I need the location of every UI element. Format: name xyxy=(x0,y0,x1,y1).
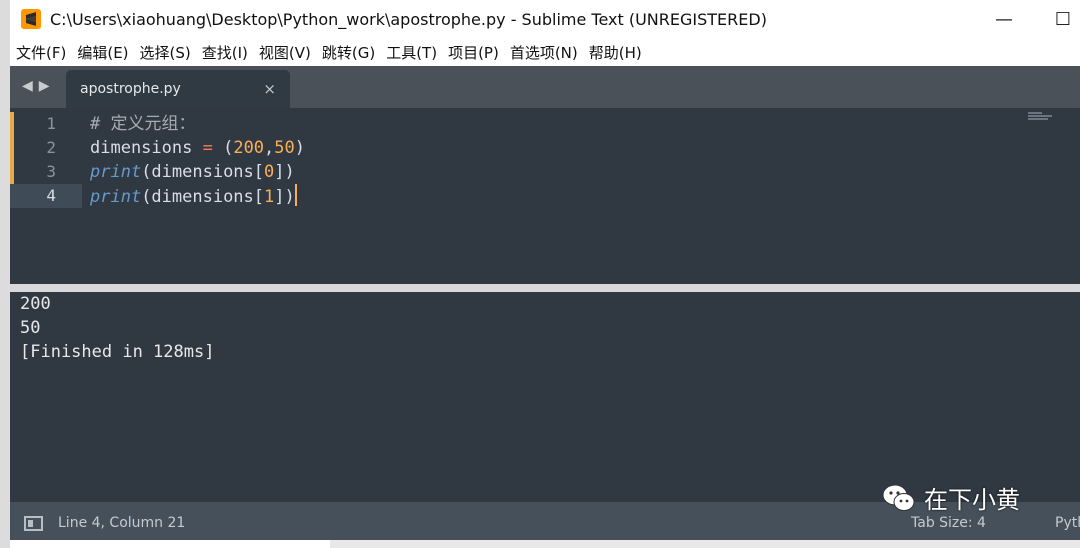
code-token: (dimensions[ xyxy=(141,162,265,182)
line-number: 2 xyxy=(46,138,56,157)
window-title: C:\Users\xiaohuang\Desktop\Python_work\a… xyxy=(50,9,767,29)
code-comment: # 定义元组： xyxy=(90,114,196,134)
tab-label: apostrophe.py xyxy=(80,81,181,97)
watermark: 在下小黄 xyxy=(882,480,1020,515)
code-token: = xyxy=(192,138,224,158)
code-line-1: 1 # 定义元组： xyxy=(10,112,1080,136)
code-token: print xyxy=(90,162,142,182)
title-bar[interactable]: C:\Users\xiaohuang\Desktop\Python_work\a… xyxy=(10,0,1080,38)
menu-edit[interactable]: 编辑(E) xyxy=(77,42,128,63)
tab-size-indicator[interactable]: Tab Size: 4 xyxy=(911,515,986,531)
menu-goto[interactable]: 跳转(G) xyxy=(322,42,375,63)
menu-preferences[interactable]: 首选项(N) xyxy=(510,42,578,63)
menu-tools[interactable]: 工具(T) xyxy=(386,42,437,63)
tab-bar: ◀ ▶ apostrophe.py × xyxy=(10,66,1080,108)
output-line: 50 xyxy=(20,318,41,338)
left-edge xyxy=(0,0,10,548)
menu-project[interactable]: 项目(P) xyxy=(448,42,499,63)
menu-file[interactable]: 文件(F) xyxy=(16,42,66,63)
tab-apostrophe-py[interactable]: apostrophe.py × xyxy=(66,70,290,108)
close-icon[interactable]: × xyxy=(263,80,276,98)
code-token: ]) xyxy=(274,162,295,182)
code-line-3: 3 print(dimensions[0]) xyxy=(10,160,1080,184)
code-token: ( xyxy=(223,138,234,158)
code-token: , xyxy=(264,138,275,158)
chevron-left-icon[interactable]: ◀ xyxy=(22,78,33,94)
code-token: print xyxy=(90,187,142,207)
code-line-4: 4 print(dimensions[1]) xyxy=(10,184,1080,208)
text-cursor xyxy=(294,184,297,206)
panel-divider[interactable] xyxy=(10,284,1080,292)
sublime-window: C:\Users\xiaohuang\Desktop\Python_work\a… xyxy=(10,0,1080,540)
minimap[interactable] xyxy=(1028,112,1056,124)
maximize-button[interactable]: ☐ xyxy=(1053,9,1073,30)
cursor-position: Line 4, Column 21 xyxy=(58,515,186,531)
sublime-logo-icon xyxy=(21,9,41,29)
chevron-right-icon[interactable]: ▶ xyxy=(39,78,50,94)
line-number: 3 xyxy=(46,162,56,181)
code-token: (dimensions[ xyxy=(141,187,265,207)
build-output-panel[interactable]: 200 50 [Finished in 128ms] xyxy=(10,292,1080,502)
menu-find[interactable]: 查找(I) xyxy=(202,42,248,63)
minimize-button[interactable]: — xyxy=(994,9,1014,30)
output-line: [Finished in 128ms] xyxy=(20,342,215,362)
syntax-indicator[interactable]: Python xyxy=(1055,515,1080,531)
menu-selection[interactable]: 选择(S) xyxy=(140,42,191,63)
menu-bar: 文件(F) 编辑(E) 选择(S) 查找(I) 视图(V) 跳转(G) 工具(T… xyxy=(10,38,1080,66)
code-token: 200 xyxy=(233,138,265,158)
code-token: 50 xyxy=(274,138,295,158)
code-token: 0 xyxy=(264,162,275,182)
bottom-edge xyxy=(330,540,1080,548)
tab-nav: ◀ ▶ xyxy=(22,78,50,94)
panel-toggle-icon[interactable] xyxy=(24,516,43,531)
watermark-text: 在下小黄 xyxy=(924,486,1020,514)
menu-view[interactable]: 视图(V) xyxy=(259,42,311,63)
output-line: 200 xyxy=(20,294,51,314)
line-number: 4 xyxy=(10,184,82,208)
code-editor[interactable]: 1 # 定义元组： 2 dimensions = (200,50) 3 prin… xyxy=(10,108,1080,284)
code-token: ]) xyxy=(274,187,295,207)
code-token: 1 xyxy=(264,187,275,207)
menu-help[interactable]: 帮助(H) xyxy=(589,42,642,63)
line-number: 1 xyxy=(46,114,56,133)
wechat-icon xyxy=(882,483,916,513)
code-token: dimensions xyxy=(90,138,193,158)
code-token: ) xyxy=(294,138,306,158)
code-line-2: 2 dimensions = (200,50) xyxy=(10,136,1080,160)
